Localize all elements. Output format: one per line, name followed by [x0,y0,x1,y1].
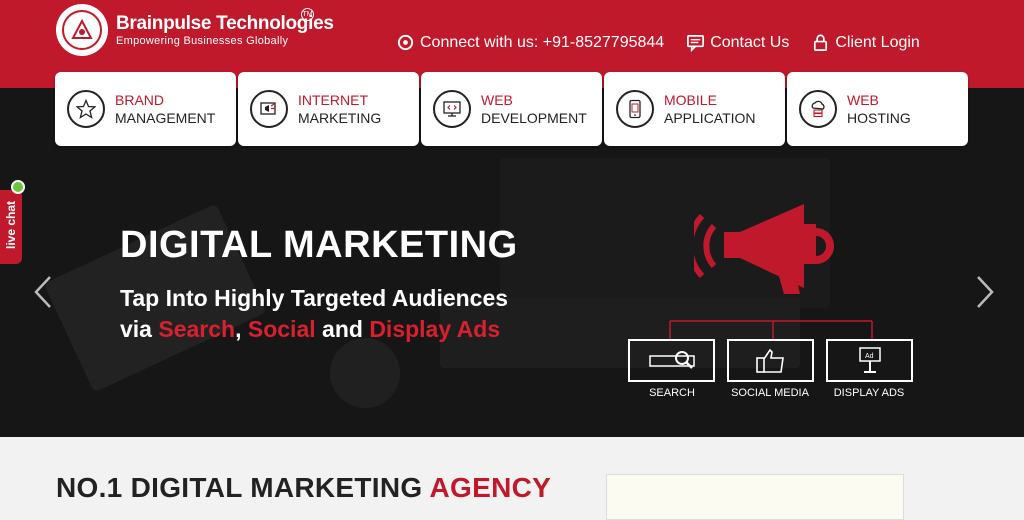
contact-us-link[interactable]: Contact Us [686,33,789,52]
hero-subtitle: Tap Into Highly Targeted Audiences via S… [120,283,508,345]
display-ads-feature-label: DISPLAY ADS [833,387,905,399]
search-feature-box [628,339,715,382]
search-bar-icon [648,350,695,369]
live-chat-tab[interactable]: live chat [0,190,22,264]
brand-logo[interactable]: Brainpulse Technologies Empowering Busin… [56,4,334,56]
client-login-link[interactable]: Client Login [811,33,920,52]
service-cards: BRAND MANAGEMENT INTERNET MARKETING WEB … [55,72,968,146]
service-card-title: MOBILE [664,92,717,108]
lock-icon [814,34,828,51]
megaphone-screen-icon [250,90,288,128]
social-media-feature-box [727,339,814,382]
hero-subtitle-line2: via Search, Social and Display Ads [120,316,501,342]
hero-subtitle-line1: Tap Into Highly Targeted Audiences [120,285,509,311]
star-icon [67,90,105,128]
connect-phone-link[interactable]: Connect with us: +91-8527795844 [396,33,664,52]
service-card-subtitle: DEVELOPMENT [481,110,587,126]
connect-phone-label: Connect with us: +91-8527795844 [420,33,665,51]
service-card-subtitle: MANAGEMENT [115,110,216,126]
hero-bg-cup [330,338,400,408]
thumbs-up-icon [755,348,784,373]
online-status-dot [11,180,25,194]
section-heading: NO.1 DIGITAL MARKETING AGENCY [56,472,551,504]
client-login-label: Client Login [835,33,920,51]
slider-prev-arrow-icon[interactable] [32,274,54,310]
contact-us-label: Contact Us [710,33,790,51]
hero-social-word: Social [247,316,316,342]
trademark-badge: TM [301,8,314,21]
social-media-feature-label: SOCIAL MEDIA [731,387,809,399]
hero-display-word: Display Ads [369,316,501,342]
cloud-server-icon [799,90,837,128]
service-card-title: BRAND [115,92,165,108]
feature-connector-lines [669,320,873,340]
service-card-web-development[interactable]: WEB DEVELOPMENT [421,72,602,146]
service-card-title: WEB [481,92,513,108]
service-card-web-hosting[interactable]: WEB HOSTING [787,72,968,146]
hero-search-word: Search [158,316,236,342]
hero-title: DIGITAL MARKETING [120,224,518,266]
service-card-title: WEB [847,92,879,108]
service-card-subtitle: MARKETING [298,110,382,126]
service-card-subtitle: HOSTING [847,110,911,126]
service-card-internet-marketing[interactable]: INTERNET MARKETING [238,72,419,146]
service-card-brand-management[interactable]: BRAND MANAGEMENT [55,72,236,146]
code-monitor-icon [433,90,471,128]
section-side-image [606,474,904,520]
display-ads-feature-box: Ad [826,339,913,382]
section-heading-main: NO.1 DIGITAL MARKETING [56,472,430,503]
mobile-icon [616,90,654,128]
phone-headset-icon [397,34,414,51]
megaphone-icon [694,204,834,294]
billboard-icon: Ad [858,346,881,373]
live-chat-label: live chat [4,200,18,250]
service-card-subtitle: APPLICATION [664,110,756,126]
service-card-title: INTERNET [298,92,368,108]
service-card-mobile-application[interactable]: MOBILE APPLICATION [604,72,785,146]
svg-text:Ad: Ad [865,353,874,360]
chat-bubble-icon [687,34,705,52]
logo-emblem-icon [56,4,108,56]
top-nav: Connect with us: +91-8527795844 Contact … [396,33,920,52]
search-feature-label: SEARCH [649,387,695,399]
section-heading-accent: AGENCY [429,472,552,503]
slider-next-arrow-icon[interactable] [974,274,996,310]
brand-tagline: Empowering Businesses Globally [116,35,289,47]
